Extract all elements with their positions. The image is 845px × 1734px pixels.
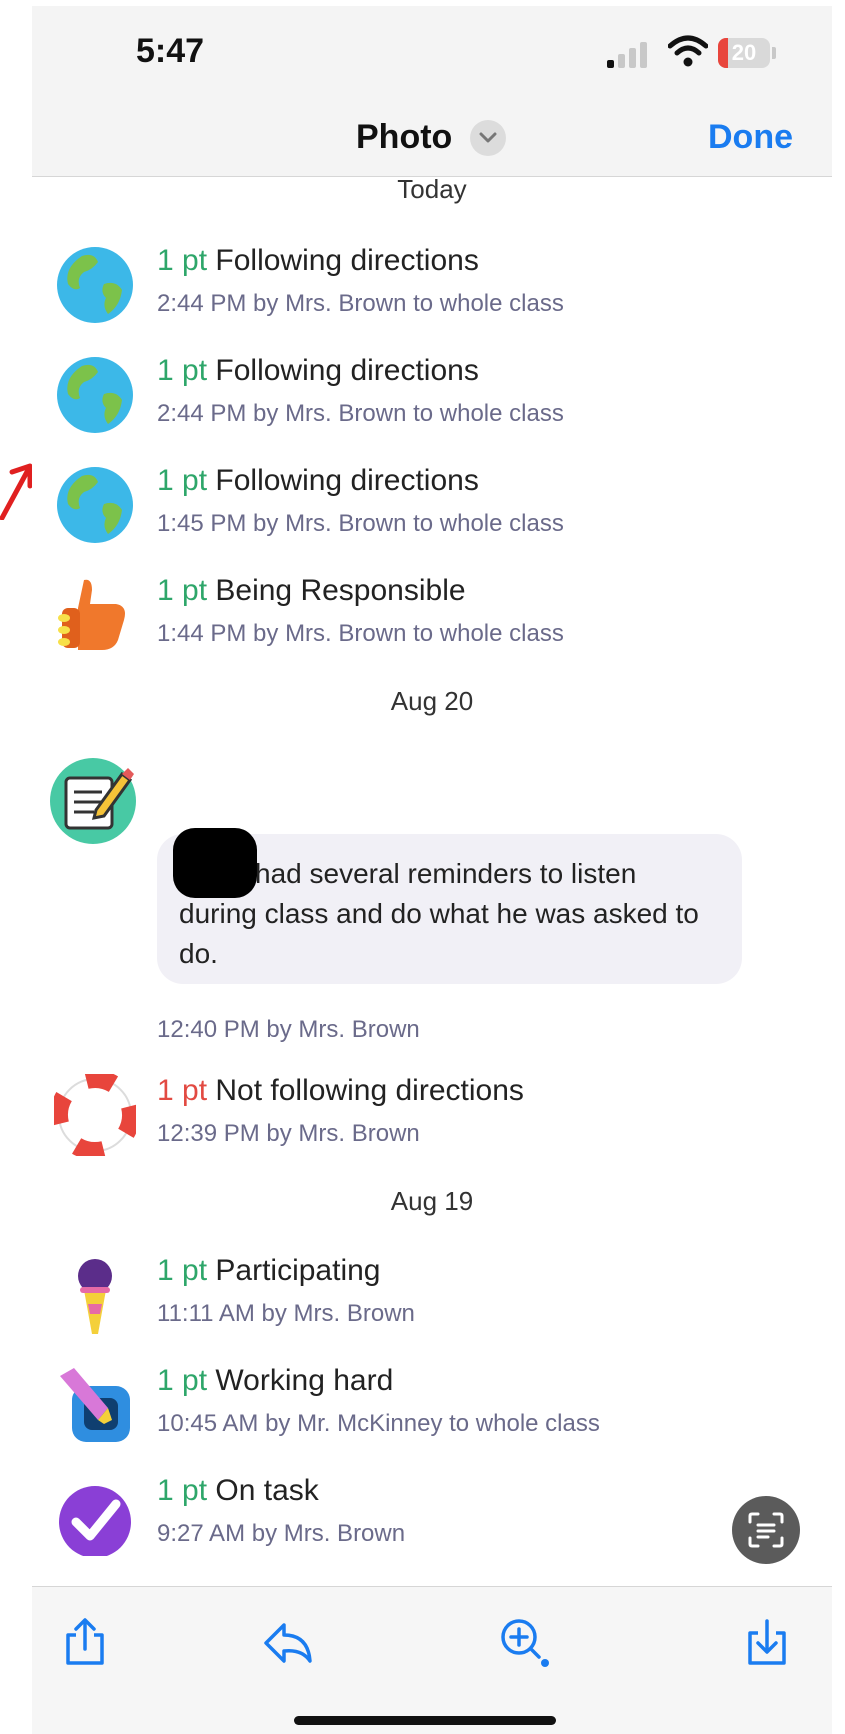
- battery-level: 20: [731, 40, 757, 65]
- behavior-meta: 1:45 PM by Mrs. Brown to whole class: [157, 510, 564, 537]
- done-button[interactable]: Done: [708, 118, 793, 157]
- home-indicator[interactable]: [294, 1716, 556, 1725]
- reply-icon[interactable]: [262, 1617, 314, 1667]
- list-item[interactable]: 1 pt Not following directions 12:39 PM b…: [32, 1074, 832, 1174]
- battery-icon: 20: [718, 38, 770, 68]
- behavior-title: 1 pt Not following directions: [157, 1074, 524, 1107]
- behavior-meta: 11:11 AM by Mrs. Brown: [157, 1300, 415, 1327]
- list-item[interactable]: 1 pt On task 9:27 AM by Mrs. Brown: [32, 1474, 832, 1574]
- cellular-signal-icon: [607, 40, 657, 68]
- status-time: 5:47: [136, 32, 205, 70]
- behavior-title: 1 pt Following directions: [157, 354, 479, 387]
- note-text: had several reminders to listen during c…: [179, 858, 699, 969]
- date-header-aug-20: Aug 20: [390, 686, 474, 716]
- behavior-meta: 2:44 PM by Mrs. Brown to whole class: [157, 290, 564, 317]
- red-arrow-annotation: [0, 463, 33, 520]
- life-ring-icon: [54, 1074, 136, 1156]
- behavior-title: 1 pt Following directions: [157, 464, 479, 497]
- behavior-meta: 2:44 PM by Mrs. Brown to whole class: [157, 400, 564, 427]
- photo-viewer: 5:47 20 Photo Done Today 1 pt Following …: [32, 6, 832, 1734]
- live-text-scan-button[interactable]: [732, 1496, 800, 1564]
- checkmark-icon: [59, 1486, 131, 1556]
- date-header-aug-19: Aug 19: [390, 1186, 474, 1216]
- date-header-today: Today: [397, 174, 467, 204]
- globe-icon: [57, 467, 133, 543]
- save-download-icon[interactable]: [744, 1617, 790, 1667]
- text-scan-icon: [748, 1512, 784, 1548]
- behavior-meta: 1:44 PM by Mrs. Brown to whole class: [157, 620, 564, 647]
- thumbs-up-icon: [58, 579, 125, 650]
- microphone-icon: [78, 1259, 112, 1334]
- wifi-icon: [668, 35, 708, 67]
- list-item[interactable]: 1 pt Working hard 10:45 AM by Mr. McKinn…: [32, 1364, 832, 1464]
- note-bubble[interactable]: had several reminders to listen during c…: [157, 828, 742, 984]
- bottom-toolbar: [32, 1586, 832, 1734]
- behavior-meta: 9:27 AM by Mrs. Brown: [157, 1520, 406, 1547]
- behavior-meta: 12:39 PM by Mrs. Brown: [157, 1120, 420, 1147]
- list-item[interactable]: 1 pt Following directions 1:45 PM by Mrs…: [32, 464, 832, 564]
- behavior-title: 1 pt On task: [157, 1474, 319, 1507]
- list-item[interactable]: 1 pt Being Responsible 1:44 PM by Mrs. B…: [32, 574, 832, 674]
- behavior-title: 1 pt Being Responsible: [157, 574, 466, 607]
- note-meta: 12:40 PM by Mrs. Brown: [157, 1016, 420, 1043]
- note-pencil-icon: [50, 758, 136, 844]
- zoom-in-icon[interactable]: [497, 1617, 553, 1667]
- list-item[interactable]: 1 pt Following directions 2:44 PM by Mrs…: [32, 244, 832, 344]
- list-item[interactable]: 1 pt Following directions 2:44 PM by Mrs…: [32, 354, 832, 454]
- list-item[interactable]: 1 pt Participating 11:11 AM by Mrs. Brow…: [32, 1254, 832, 1354]
- globe-icon: [57, 247, 133, 323]
- page-title: Photo: [356, 118, 453, 156]
- globe-icon: [57, 357, 133, 433]
- behavior-title: 1 pt Following directions: [157, 244, 479, 277]
- behavior-title: 1 pt Participating: [157, 1254, 381, 1287]
- behavior-title: 1 pt Working hard: [157, 1364, 394, 1397]
- behavior-meta: 10:45 AM by Mr. McKinney to whole class: [157, 1410, 600, 1437]
- share-icon[interactable]: [62, 1617, 108, 1667]
- top-bar: 5:47 20 Photo Done: [32, 6, 832, 177]
- highlighter-icon: [60, 1368, 130, 1442]
- title-menu-chevron-icon[interactable]: [470, 120, 506, 156]
